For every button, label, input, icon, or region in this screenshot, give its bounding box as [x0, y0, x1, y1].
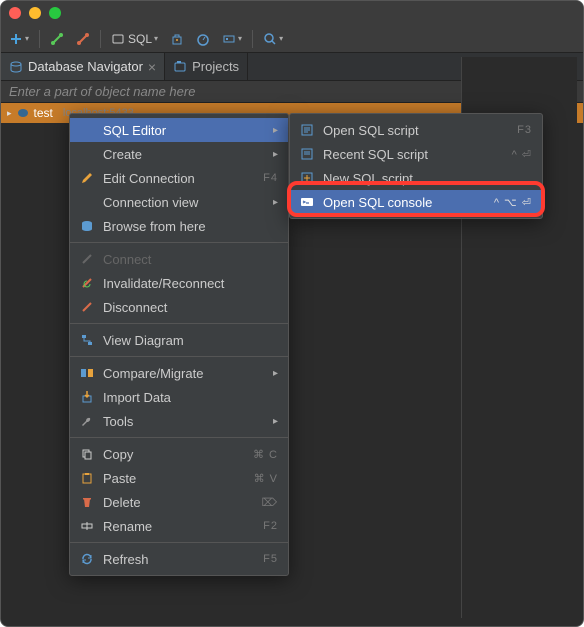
- sql-editor-toolbar-button[interactable]: SQL▾: [107, 29, 162, 49]
- dashboard-button[interactable]: [192, 29, 214, 49]
- db-name: test: [34, 106, 53, 120]
- paste-icon: [78, 470, 96, 486]
- menu-delete[interactable]: Delete⌦: [70, 490, 288, 514]
- menu-import-data[interactable]: Import Data: [70, 385, 288, 409]
- menu-create[interactable]: Create▸: [70, 142, 288, 166]
- diagram-icon: [78, 332, 96, 348]
- submenu-sql-editor: Open SQL scriptF3 Recent SQL script^ ⏎ N…: [289, 113, 543, 219]
- plug-x-icon: [78, 299, 96, 315]
- menu-compare[interactable]: Compare/Migrate▸: [70, 361, 288, 385]
- sql-script-icon: [298, 122, 316, 138]
- close-icon[interactable]: ×: [148, 59, 156, 75]
- main-toolbar: ▾ SQL▾ ▾ ▾: [1, 25, 583, 53]
- submenu-open-sql-console[interactable]: Open SQL console^ ⌥ ⏎: [290, 190, 542, 214]
- menu-connection-view[interactable]: Connection view▸: [70, 190, 288, 214]
- import-icon: [78, 389, 96, 405]
- projects-icon: [173, 60, 187, 74]
- menu-refresh[interactable]: RefreshF5: [70, 547, 288, 571]
- menu-copy[interactable]: Copy⌘ C: [70, 442, 288, 466]
- app-window: ▾ SQL▾ ▾ ▾ Database N: [0, 0, 584, 627]
- sql-script-icon: [298, 146, 316, 162]
- wrench-icon: [78, 413, 96, 429]
- menu-connect: Connect: [70, 247, 288, 271]
- menu-browse-from-here[interactable]: Browse from here: [70, 214, 288, 238]
- plug-icon: [78, 251, 96, 267]
- menu-view-diagram[interactable]: View Diagram: [70, 328, 288, 352]
- connect-button[interactable]: [46, 29, 68, 49]
- context-menu: SQL Editor▸ Create▸ Edit ConnectionF4 Co…: [69, 113, 289, 576]
- menu-sql-editor[interactable]: SQL Editor▸: [70, 118, 288, 142]
- new-connection-button[interactable]: ▾: [5, 29, 33, 49]
- sql-label: SQL: [128, 32, 152, 46]
- sql-script-icon: [298, 170, 316, 186]
- disconnect-button[interactable]: [72, 29, 94, 49]
- submenu-new-sql-script[interactable]: New SQL script: [290, 166, 542, 190]
- menu-rename[interactable]: RenameF2: [70, 514, 288, 538]
- database-icon: [9, 60, 23, 74]
- postgres-icon: [16, 106, 30, 120]
- tab-label: Projects: [192, 59, 239, 74]
- menu-tools[interactable]: Tools▸: [70, 409, 288, 433]
- window-titlebar: [1, 1, 583, 25]
- trash-icon: [78, 494, 96, 510]
- search-placeholder: Enter a part of object name here: [9, 84, 195, 99]
- driver-button[interactable]: ▾: [218, 29, 246, 49]
- copy-icon: [78, 446, 96, 462]
- expand-icon[interactable]: ▸: [7, 108, 12, 119]
- pencil-icon: [78, 170, 96, 186]
- rename-icon: [78, 518, 96, 534]
- submenu-open-sql-script[interactable]: Open SQL scriptF3: [290, 118, 542, 142]
- submenu-recent-sql-script[interactable]: Recent SQL script^ ⏎: [290, 142, 542, 166]
- refresh-icon: [78, 551, 96, 567]
- window-minimize-button[interactable]: [29, 7, 41, 19]
- console-icon: [298, 194, 316, 210]
- window-close-button[interactable]: [9, 7, 21, 19]
- plug-refresh-icon: [78, 275, 96, 291]
- menu-paste[interactable]: Paste⌘ V: [70, 466, 288, 490]
- tab-label: Database Navigator: [28, 59, 143, 74]
- window-zoom-button[interactable]: [49, 7, 61, 19]
- commit-button[interactable]: [166, 29, 188, 49]
- menu-disconnect[interactable]: Disconnect: [70, 295, 288, 319]
- database-icon: [78, 218, 96, 234]
- search-button[interactable]: ▾: [259, 29, 287, 49]
- menu-invalidate[interactable]: Invalidate/Reconnect: [70, 271, 288, 295]
- tab-projects[interactable]: Projects: [165, 53, 248, 80]
- menu-edit-connection[interactable]: Edit ConnectionF4: [70, 166, 288, 190]
- tab-database-navigator[interactable]: Database Navigator ×: [1, 53, 165, 80]
- compare-icon: [78, 365, 96, 381]
